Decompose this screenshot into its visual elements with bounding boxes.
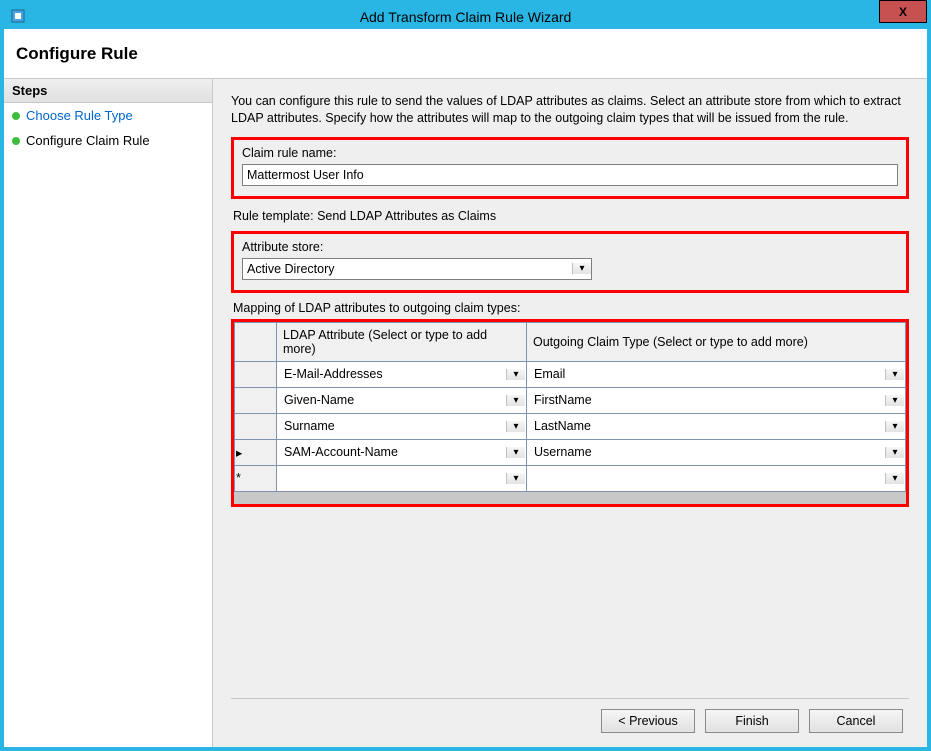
chevron-down-icon: ▾ (885, 395, 904, 406)
chevron-down-icon: ▾ (572, 263, 591, 274)
ldap-attribute-cell[interactable]: E-Mail-Addresses ▾ (278, 363, 525, 386)
grid-scrollbar[interactable] (234, 492, 906, 504)
attribute-store-label: Attribute store: (242, 240, 898, 254)
attribute-store-value: Active Directory (243, 262, 572, 276)
chevron-down-icon: ▾ (885, 369, 904, 380)
close-button[interactable]: X (879, 0, 927, 23)
row-marker: ▸ (235, 439, 277, 465)
step-configure-claim-rule[interactable]: Configure Claim Rule (4, 128, 212, 153)
chevron-down-icon: ▾ (506, 421, 525, 432)
step-choose-rule-type[interactable]: Choose Rule Type (4, 103, 212, 128)
grid-header-ldap: LDAP Attribute (Select or type to add mo… (277, 322, 527, 361)
row-marker (235, 361, 277, 387)
attribute-store-dropdown[interactable]: Active Directory ▾ (242, 258, 592, 280)
chevron-down-icon: ▾ (885, 421, 904, 432)
cancel-button[interactable]: Cancel (809, 709, 903, 733)
attribute-store-group: Attribute store: Active Directory ▾ (231, 231, 909, 293)
steps-title: Steps (4, 79, 212, 103)
ldap-attribute-cell[interactable]: ▾ (278, 467, 525, 490)
grid-header-claim: Outgoing Claim Type (Select or type to a… (527, 322, 906, 361)
title-bar: Add Transform Claim Rule Wizard X (4, 4, 927, 29)
row-marker (235, 413, 277, 439)
window-title: Add Transform Claim Rule Wizard (360, 9, 572, 25)
grid-corner (235, 322, 277, 361)
chevron-down-icon: ▾ (506, 447, 525, 458)
chevron-down-icon: ▾ (506, 395, 525, 406)
previous-button[interactable]: < Previous (601, 709, 695, 733)
page-header: Configure Rule (4, 29, 927, 79)
wizard-body: Steps Choose Rule Type Configure Claim R… (4, 79, 927, 747)
page-title: Configure Rule (16, 44, 138, 64)
app-icon (10, 8, 26, 24)
row-marker (235, 387, 277, 413)
chevron-down-icon: ▾ (506, 369, 525, 380)
table-row-new: * ▾ ▾ (235, 465, 906, 491)
close-icon: X (899, 6, 907, 18)
wizard-window: Add Transform Claim Rule Wizard X Config… (0, 0, 931, 751)
mapping-grid-group: LDAP Attribute (Select or type to add mo… (231, 319, 909, 507)
claim-rule-name-group: Claim rule name: (231, 137, 909, 199)
table-row: Surname ▾ LastName ▾ (235, 413, 906, 439)
outgoing-claim-cell[interactable]: LastName ▾ (528, 415, 904, 438)
mapping-grid: LDAP Attribute (Select or type to add mo… (234, 322, 906, 492)
intro-text: You can configure this rule to send the … (231, 93, 909, 127)
claim-rule-name-input[interactable] (242, 164, 898, 186)
table-row: E-Mail-Addresses ▾ Email ▾ (235, 361, 906, 387)
rule-template-label: Rule template: Send LDAP Attributes as C… (233, 209, 907, 223)
ldap-attribute-cell[interactable]: SAM-Account-Name ▾ (278, 441, 525, 464)
step-label: Choose Rule Type (26, 108, 133, 123)
ldap-attribute-cell[interactable]: Surname ▾ (278, 415, 525, 438)
step-label: Configure Claim Rule (26, 133, 150, 148)
finish-button[interactable]: Finish (705, 709, 799, 733)
wizard-buttons: < Previous Finish Cancel (231, 698, 909, 739)
ldap-attribute-cell[interactable]: Given-Name ▾ (278, 389, 525, 412)
outgoing-claim-cell[interactable]: Username ▾ (528, 441, 904, 464)
claim-rule-name-label: Claim rule name: (242, 146, 898, 160)
table-row: Given-Name ▾ FirstName ▾ (235, 387, 906, 413)
chevron-down-icon: ▾ (885, 473, 904, 484)
steps-sidebar: Steps Choose Rule Type Configure Claim R… (4, 79, 212, 747)
chevron-down-icon: ▾ (885, 447, 904, 458)
outgoing-claim-cell[interactable]: FirstName ▾ (528, 389, 904, 412)
mapping-label: Mapping of LDAP attributes to outgoing c… (233, 301, 907, 315)
row-marker: * (235, 465, 277, 491)
bullet-icon (12, 112, 20, 120)
main-panel: You can configure this rule to send the … (212, 79, 927, 747)
chevron-down-icon: ▾ (506, 473, 525, 484)
outgoing-claim-cell[interactable]: Email ▾ (528, 363, 904, 386)
table-row: ▸ SAM-Account-Name ▾ Username ▾ (235, 439, 906, 465)
outgoing-claim-cell[interactable]: ▾ (528, 467, 904, 490)
bullet-icon (12, 137, 20, 145)
